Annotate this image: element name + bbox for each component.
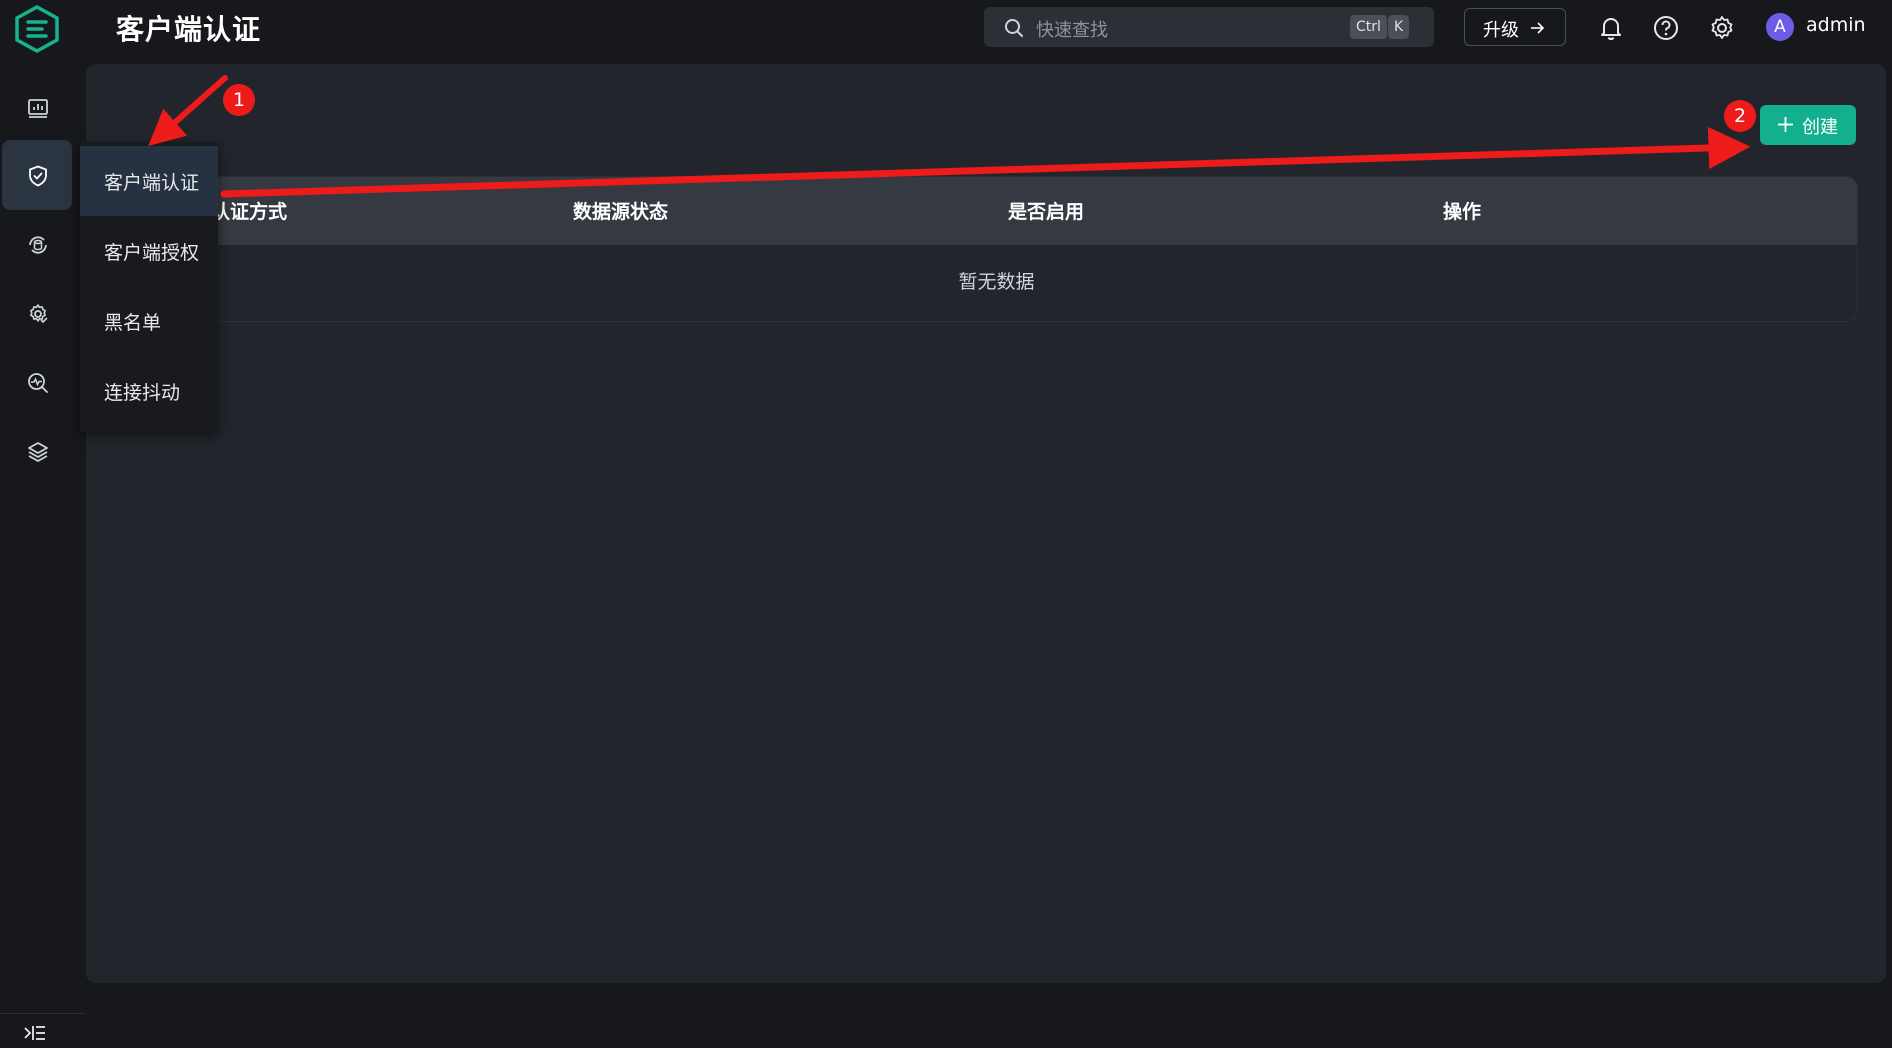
submenu-item-blacklist[interactable]: 黑名单 bbox=[80, 286, 218, 356]
gear-icon[interactable] bbox=[1708, 14, 1736, 42]
username[interactable]: admin bbox=[1806, 14, 1866, 36]
search-icon bbox=[1005, 19, 1023, 37]
annotation-badge-1: 1 bbox=[223, 84, 255, 116]
monitor-search-icon bbox=[28, 373, 48, 393]
rail-item-system[interactable] bbox=[2, 416, 72, 486]
rail-item-access-control[interactable] bbox=[2, 140, 72, 210]
upgrade-label: 升级 bbox=[1483, 20, 1519, 41]
dashboard-icon bbox=[28, 99, 48, 118]
rail-item-diagnose[interactable] bbox=[2, 347, 72, 417]
submenu-item-label: 连接抖动 bbox=[104, 382, 181, 404]
create-label: 创建 bbox=[1802, 117, 1838, 138]
shortcut-ctrl-key: Ctrl bbox=[1350, 15, 1387, 39]
avatar[interactable]: A bbox=[1766, 13, 1794, 41]
gear-check-icon bbox=[30, 304, 48, 324]
column-header-datasource-status: 数据源状态 bbox=[573, 201, 669, 223]
column-header-enabled: 是否启用 bbox=[1008, 201, 1085, 223]
access-control-submenu: 客户端认证 客户端授权 黑名单 连接抖动 bbox=[80, 142, 218, 432]
column-header-auth-method: 认证方式 bbox=[211, 201, 288, 223]
layers-icon bbox=[28, 442, 48, 462]
quick-search-input[interactable]: 快速查找 Ctrl K bbox=[984, 7, 1434, 47]
submenu-item-label: 客户端授权 bbox=[104, 242, 200, 264]
plus-icon bbox=[1778, 117, 1793, 132]
arrow-right-icon bbox=[1531, 22, 1545, 34]
shortcut-k-key: K bbox=[1388, 15, 1410, 39]
bell-icon[interactable] bbox=[1597, 14, 1625, 42]
empty-state-text: 暂无数据 bbox=[958, 271, 1035, 293]
rail-item-management[interactable] bbox=[2, 278, 72, 348]
submenu-item-client-authentication[interactable]: 客户端认证 bbox=[80, 146, 218, 216]
collapse-sidebar-button[interactable] bbox=[0, 1013, 86, 1048]
app-logo-icon[interactable] bbox=[12, 4, 62, 54]
create-button[interactable]: 创建 bbox=[1760, 105, 1856, 145]
submenu-item-client-authorization[interactable]: 客户端授权 bbox=[80, 216, 218, 286]
search-placeholder: 快速查找 bbox=[1036, 20, 1108, 41]
top-bar: 客户端认证 快速查找 Ctrl K 升级 A admin bbox=[0, 0, 1892, 64]
rail-item-integration[interactable] bbox=[2, 209, 72, 279]
submenu-item-label: 黑名单 bbox=[104, 312, 162, 334]
rail-item-dashboard[interactable] bbox=[2, 72, 72, 142]
authentication-table: 认证方式 数据源状态 是否启用 操作 暂无数据 bbox=[135, 176, 1858, 322]
table-header: 认证方式 数据源状态 是否启用 操作 bbox=[136, 177, 1857, 245]
help-icon[interactable] bbox=[1652, 14, 1680, 42]
expand-menu-icon bbox=[24, 1026, 45, 1040]
sync-icon bbox=[29, 236, 47, 254]
page-title: 客户端认证 bbox=[116, 13, 262, 46]
submenu-item-flapping-detect[interactable]: 连接抖动 bbox=[80, 356, 218, 426]
annotation-badge-2: 2 bbox=[1724, 100, 1756, 132]
side-rail bbox=[0, 64, 86, 1040]
upgrade-button[interactable]: 升级 bbox=[1464, 8, 1566, 46]
column-header-actions: 操作 bbox=[1443, 201, 1482, 223]
shield-check-icon bbox=[29, 165, 47, 187]
submenu-item-label: 客户端认证 bbox=[104, 172, 200, 194]
